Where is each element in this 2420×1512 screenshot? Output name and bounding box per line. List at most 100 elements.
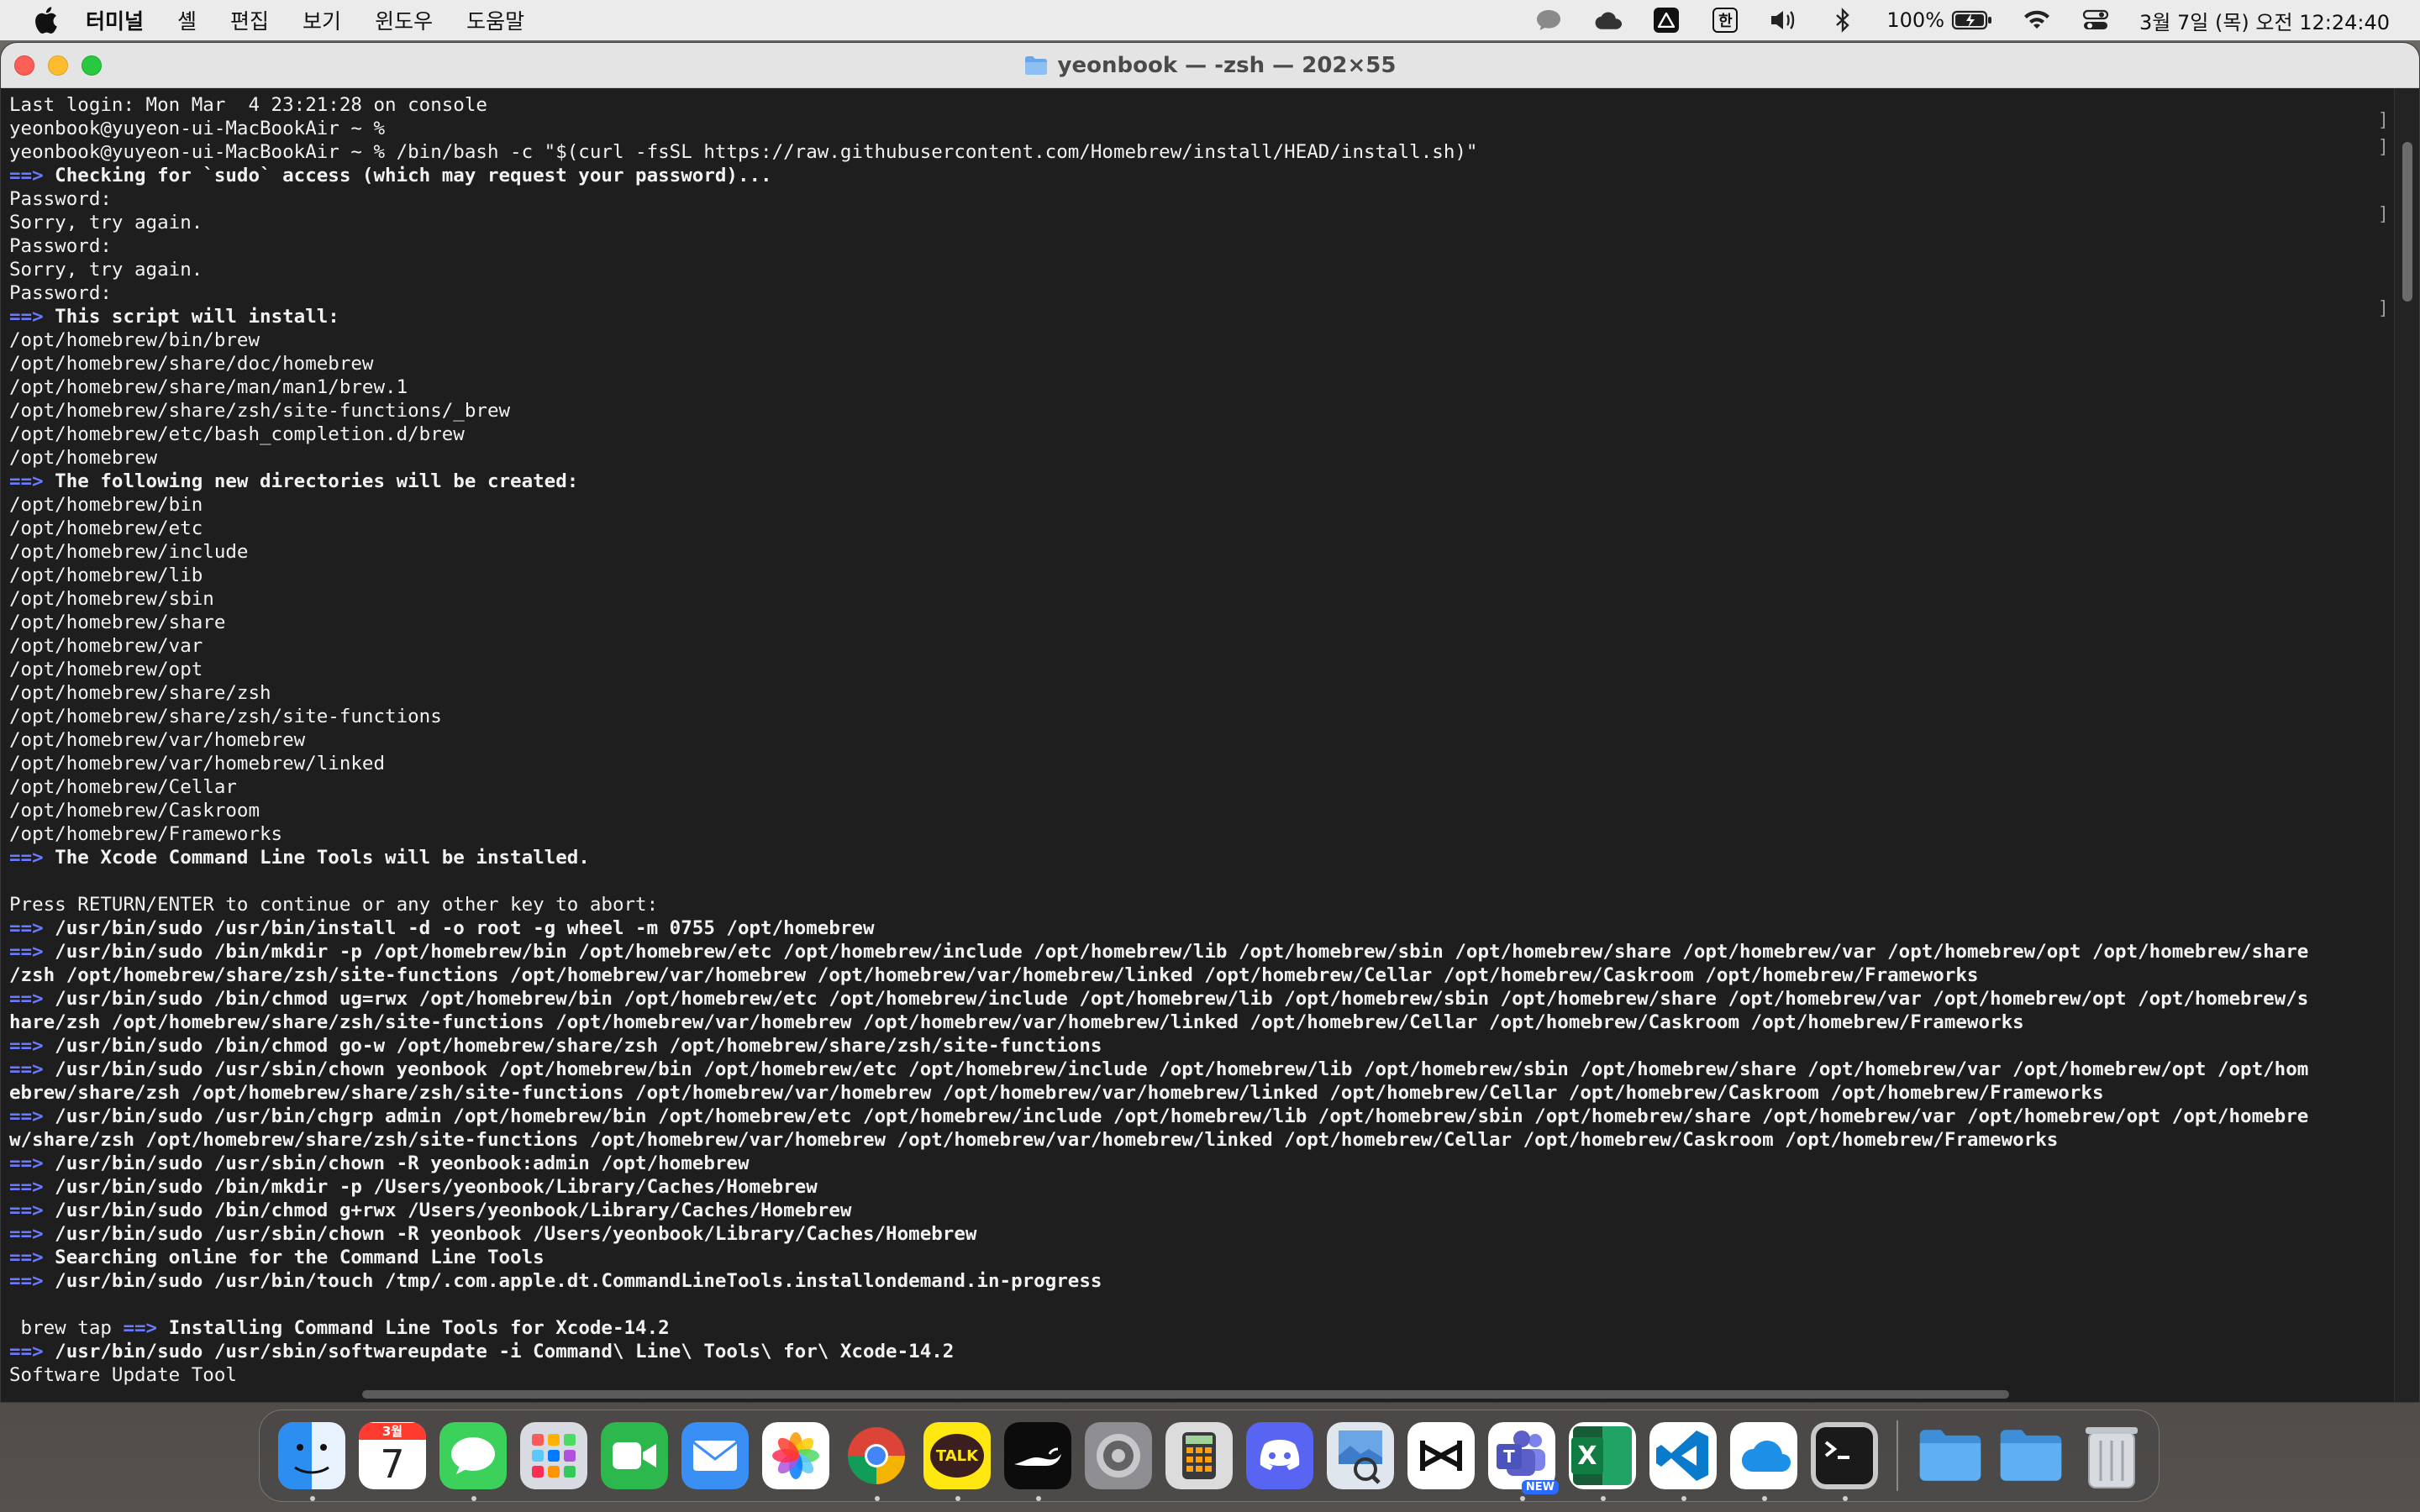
line-text: /opt/homebrew/Caskroom [9,800,260,822]
dock-item-chrome[interactable] [836,1415,917,1501]
dock-item-folder[interactable] [1991,1415,2071,1496]
genie-icon [1004,1422,1071,1489]
new-badge: NEW [1521,1480,1559,1494]
line-text: yeonbook@yuyeon-ui-MacBookAir ~ % [9,118,386,139]
dock-item-calendar[interactable]: 3월 7 [352,1415,433,1496]
line-text: /opt/homebrew/opt [9,659,203,680]
terminal-line: ==> The following new directories will b… [9,470,2379,493]
facetime-icon [601,1422,668,1489]
terminal-line: ==> /usr/bin/sudo /usr/bin/install -d -o… [9,916,2379,940]
dock-item-finder[interactable] [271,1415,352,1501]
dock-item-kakaotalk[interactable]: TALK [917,1415,997,1501]
kakaotalk-icon: TALK [923,1422,991,1489]
dock-item-trash[interactable] [2071,1415,2152,1496]
arrow-marker: ==> [9,1200,44,1221]
dock-item-preview[interactable] [1320,1415,1401,1496]
dock-item-messages[interactable] [433,1415,513,1501]
terminal-line: ==> /usr/bin/sudo /bin/mkdir -p /opt/hom… [9,940,2379,963]
dock-item-genie[interactable] [997,1415,1078,1501]
volume-icon[interactable] [1769,5,1799,35]
dock-separator [1897,1420,1898,1491]
menu-view[interactable]: 보기 [302,5,341,35]
dock-item-downloads[interactable] [1910,1415,1991,1496]
dock-item-capcut[interactable] [1401,1415,1481,1496]
dock-item-calculator[interactable] [1159,1415,1239,1496]
arrow-marker: ==> [9,1105,44,1127]
scroll-thumb[interactable] [2402,142,2412,302]
terminal-line: /opt/homebrew/include [9,540,2379,564]
clock[interactable]: 3월 7일 (목) 오전 12:24:40 [2139,6,2390,35]
line-text: Press RETURN/ENTER to continue or any ot… [9,894,659,916]
terminal-line: ==> /usr/bin/sudo /bin/chmod g+rwx /User… [9,1199,2379,1222]
line-text: /opt/homebrew/bin [9,494,203,516]
running-indicator [1762,1496,1767,1501]
line-text: /usr/bin/sudo /usr/sbin/softwareupdate -… [43,1341,955,1362]
dock-item-terminal[interactable] [1804,1415,1885,1501]
discord-icon [1246,1422,1313,1489]
terminal-line: brew tap ==> Installing Command Line Too… [9,1316,2379,1340]
wifi-icon[interactable] [2022,5,2052,35]
dock-item-system-settings[interactable] [1078,1415,1159,1496]
terminal-line: /opt/homebrew/lib [9,564,2379,587]
title-bar[interactable]: yeonbook — -zsh — 202×55 [1,43,2419,88]
terminal-line: /opt/homebrew/Cellar [9,775,2379,799]
line-text: /opt/homebrew/share/zsh/site-functions/_… [9,400,511,422]
dock-item-launchpad[interactable] [513,1415,594,1496]
control-center-icon[interactable] [2081,5,2111,35]
settings-icon [1085,1422,1152,1489]
line-text: /opt/homebrew/lib [9,564,203,586]
input-source-label: 한 [1712,8,1739,33]
line-text: Password: [9,235,112,257]
dock-item-photos[interactable] [755,1415,836,1496]
arrow-marker: ==> [9,1176,44,1198]
dock-item-teams[interactable]: T NEW [1481,1415,1562,1501]
chat-bubble-icon[interactable] [1534,5,1564,35]
dock-item-vs-code[interactable] [1643,1415,1723,1501]
bluetooth-icon[interactable] [1828,5,1858,35]
arrow-marker: ==> [9,165,44,186]
arrow-marker: ==> [9,847,44,869]
line-text: Software Update Tool [9,1364,237,1386]
line-text: /opt/homebrew/var/homebrew [9,729,306,751]
vertical-scrollbar[interactable] [2394,88,2419,1402]
dock-item-onedrive[interactable] [1723,1415,1804,1501]
terminal-line: yeonbook@yuyeon-ui-MacBookAir ~ % [9,117,2379,140]
drive-icon[interactable] [1651,5,1681,35]
terminal-icon [1811,1422,1878,1489]
input-source-icon[interactable]: 한 [1710,5,1740,35]
menu-shell[interactable]: 셸 [177,5,197,35]
terminal-line: /opt/homebrew/bin/brew [9,328,2379,352]
mark-bracket: ] [2377,204,2389,225]
terminal-line: ==> /usr/bin/sudo /bin/chmod ug=rwx /opt… [9,987,2379,1011]
terminal-line: ==> /usr/bin/sudo /usr/sbin/softwareupda… [9,1340,2379,1363]
dock-item-excel[interactable]: X [1562,1415,1643,1501]
terminal-line: /opt/homebrew/Frameworks [9,822,2379,846]
teams-icon: T [1488,1422,1555,1489]
terminal-output[interactable]: Last login: Mon Mar 4 23:21:28 on consol… [1,88,2387,1402]
line-text: yeonbook@yuyeon-ui-MacBookAir ~ % /bin/b… [9,141,1478,163]
terminal-line: /opt/homebrew/share/doc/homebrew [9,352,2379,375]
menu-app-name[interactable]: 터미널 [86,5,144,35]
menu-edit[interactable]: 편집 [230,5,269,35]
calendar-icon: 3월 7 [359,1422,426,1489]
running-indicator [1520,1496,1525,1501]
menu-bar: 터미널 셸 편집 보기 윈도우 도움말 한 100% 3월 7일 (목) 오전 … [0,0,2420,40]
arrow-marker: ==> [9,941,44,963]
menu-window[interactable]: 윈도우 [375,5,433,35]
trash-icon [2078,1422,2145,1489]
battery-icon[interactable] [1951,5,1993,35]
terminal-line: /opt/homebrew/share/zsh/site-functions/_… [9,399,2379,423]
apple-menu-icon[interactable] [30,5,60,35]
folder-icon [1917,1422,1984,1489]
dock-item-mail[interactable] [675,1415,755,1496]
cloud-icon[interactable] [1592,5,1623,35]
menu-help[interactable]: 도움말 [466,5,524,35]
dock-item-facetime[interactable] [594,1415,675,1496]
line-text: /usr/bin/sudo /usr/bin/install -d -o roo… [43,917,875,939]
terminal-line: /opt/homebrew/share/zsh/site-functions [9,705,2379,728]
terminal-line: yeonbook@yuyeon-ui-MacBookAir ~ % /bin/b… [9,140,2379,164]
terminal-line: Password: [9,234,2379,258]
terminal-line: /opt/homebrew/etc/bash_completion.d/brew [9,423,2379,446]
horizontal-scrollbar[interactable] [362,1390,2009,1399]
dock-item-discord[interactable] [1239,1415,1320,1496]
